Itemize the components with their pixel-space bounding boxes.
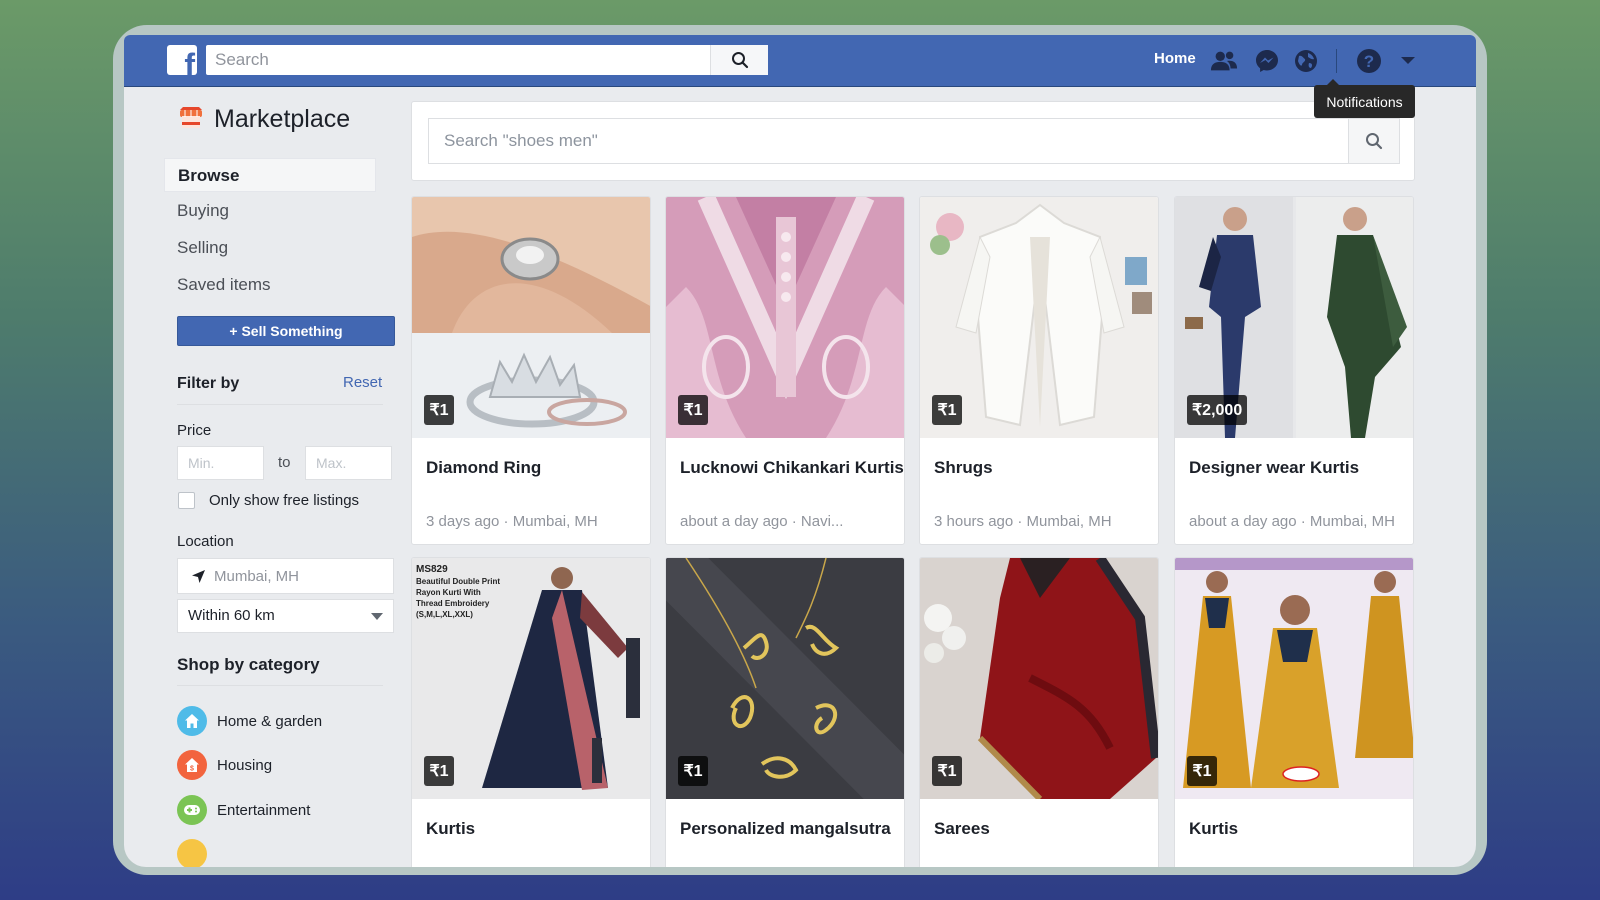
notifications-tooltip: Notifications — [1314, 79, 1415, 118]
marketplace-search-button[interactable] — [1349, 118, 1400, 164]
reset-filters-link[interactable]: Reset — [343, 374, 382, 391]
listing-meta: 3 days ago · Mumbai, MH — [426, 513, 598, 530]
price-badge: ₹1 — [424, 395, 454, 425]
sidebar-item-selling[interactable]: Selling — [164, 231, 376, 265]
svg-text:Rayon Kurti With: Rayon Kurti With — [416, 588, 481, 597]
location-label: Location — [177, 533, 234, 550]
listing-card[interactable]: ₹1 Shrugs 3 hours ago · Mumbai, MH — [919, 196, 1159, 545]
category-label: Housing — [217, 756, 273, 774]
listing-title: Designer wear Kurtis — [1189, 458, 1360, 477]
shop-by-category-heading: Shop by category — [177, 655, 320, 674]
category-label: Home & garden — [217, 712, 323, 730]
svg-text:Beautiful Double Print: Beautiful Double Print — [416, 577, 500, 586]
svg-text:MS829: MS829 — [416, 564, 448, 575]
price-badge: ₹1 — [424, 756, 454, 786]
home-link[interactable]: Home — [1154, 50, 1196, 67]
marketplace-search-field — [428, 118, 1349, 164]
category-more[interactable] — [177, 839, 207, 867]
global-search-button[interactable] — [710, 45, 768, 75]
browser-screen: f Home ? Notifications Marketplace Brows… — [124, 35, 1476, 867]
sidebar-item-buying[interactable]: Buying — [164, 194, 376, 228]
price-badge: ₹1 — [932, 395, 962, 425]
facebook-logo[interactable]: f — [167, 45, 197, 75]
listing-title: Shrugs — [934, 458, 993, 477]
top-navigation-bar: f Home ? — [124, 35, 1476, 87]
location-field — [177, 558, 394, 594]
marketplace-title: Marketplace — [214, 105, 351, 133]
global-search-input[interactable] — [206, 45, 710, 75]
free-listings-checkbox[interactable] — [178, 492, 195, 509]
price-badge: ₹1 — [1187, 756, 1217, 786]
friends-icon[interactable] — [1210, 47, 1238, 75]
radius-select-value: Within 60 km — [188, 607, 275, 624]
dropdown-caret-icon[interactable] — [1394, 47, 1422, 75]
price-to-label: to — [278, 454, 291, 471]
notifications-globe-icon[interactable] — [1292, 47, 1320, 75]
listing-title: Lucknowi Chikankari Kurtis — [680, 458, 904, 477]
listing-meta: 3 hours ago · Mumbai, MH — [934, 513, 1112, 530]
listing-meta: about a day ago · Mumbai, MH — [1189, 513, 1395, 530]
listing-title: Kurtis — [426, 819, 476, 838]
listing-card[interactable]: ₹2,000 Designer wear Kurtis about a day … — [1174, 196, 1414, 545]
filter-by-heading: Filter by — [177, 375, 240, 392]
category-divider — [177, 685, 383, 686]
listing-title: Personalized mangalsutra — [680, 819, 891, 838]
svg-text:(S,M,L,XL,XXL): (S,M,L,XL,XXL) — [416, 610, 473, 619]
price-badge: ₹1 — [678, 395, 708, 425]
category-entertainment[interactable]: Entertainment — [177, 795, 310, 825]
facebook-logo-letter: f — [184, 47, 195, 75]
marketplace-icon — [179, 107, 203, 129]
search-icon — [1366, 133, 1383, 150]
listing-card[interactable]: ₹1 Sarees — [919, 557, 1159, 867]
svg-text:Thread Embroidery: Thread Embroidery — [416, 599, 490, 608]
price-badge: ₹1 — [932, 756, 962, 786]
housing-icon: $ — [177, 750, 207, 780]
svg-text:?: ? — [1364, 52, 1374, 71]
gamepad-icon — [177, 795, 207, 825]
sidebar-item-saved-items[interactable]: Saved items — [164, 268, 376, 302]
max-price-input[interactable] — [305, 446, 392, 480]
nav-divider — [1336, 49, 1337, 73]
category-housing[interactable]: $ Housing — [177, 750, 272, 780]
listing-title: Diamond Ring — [426, 458, 542, 477]
price-badge: ₹2,000 — [1187, 395, 1248, 425]
marketplace-search-input[interactable] — [429, 119, 1348, 163]
listing-card[interactable]: ₹1 Diamond Ring 3 days ago · Mumbai, MH — [411, 196, 651, 545]
listing-meta: about a day ago · Navi... — [680, 513, 844, 530]
location-arrow-icon — [192, 570, 205, 583]
listing-card[interactable]: ₹1 Personalized mangalsutra — [665, 557, 905, 867]
global-search — [206, 45, 768, 75]
price-badge: ₹1 — [678, 756, 708, 786]
location-input[interactable] — [214, 559, 389, 593]
help-icon[interactable]: ? — [1355, 47, 1383, 75]
listing-card[interactable]: ₹1 Lucknowi Chikankari Kurtis about a da… — [665, 196, 905, 545]
home-icon — [177, 706, 207, 736]
marketplace-search-panel — [411, 101, 1415, 181]
category-label: Entertainment — [217, 801, 311, 819]
listing-card[interactable]: ₹1 Kurtis — [1174, 557, 1414, 867]
listing-title: Kurtis — [1189, 819, 1239, 838]
listing-card[interactable]: MS829 Beautiful Double Print Rayon Kurti… — [411, 557, 651, 867]
category-icon — [177, 839, 207, 867]
chevron-down-icon — [371, 613, 383, 620]
search-icon — [731, 52, 748, 69]
messenger-icon[interactable] — [1253, 47, 1281, 75]
radius-select[interactable]: Within 60 km — [177, 599, 394, 633]
free-listings-label[interactable]: Only show free listings — [209, 492, 359, 509]
price-label: Price — [177, 422, 212, 439]
svg-text:$: $ — [190, 766, 194, 773]
listing-title: Sarees — [934, 819, 990, 838]
filter-divider — [177, 404, 383, 405]
min-price-input[interactable] — [177, 446, 264, 480]
sell-something-button[interactable]: + Sell Something — [177, 316, 395, 346]
sidebar-item-browse[interactable]: Browse — [164, 158, 376, 192]
category-home-garden[interactable]: Home & garden — [177, 706, 322, 736]
